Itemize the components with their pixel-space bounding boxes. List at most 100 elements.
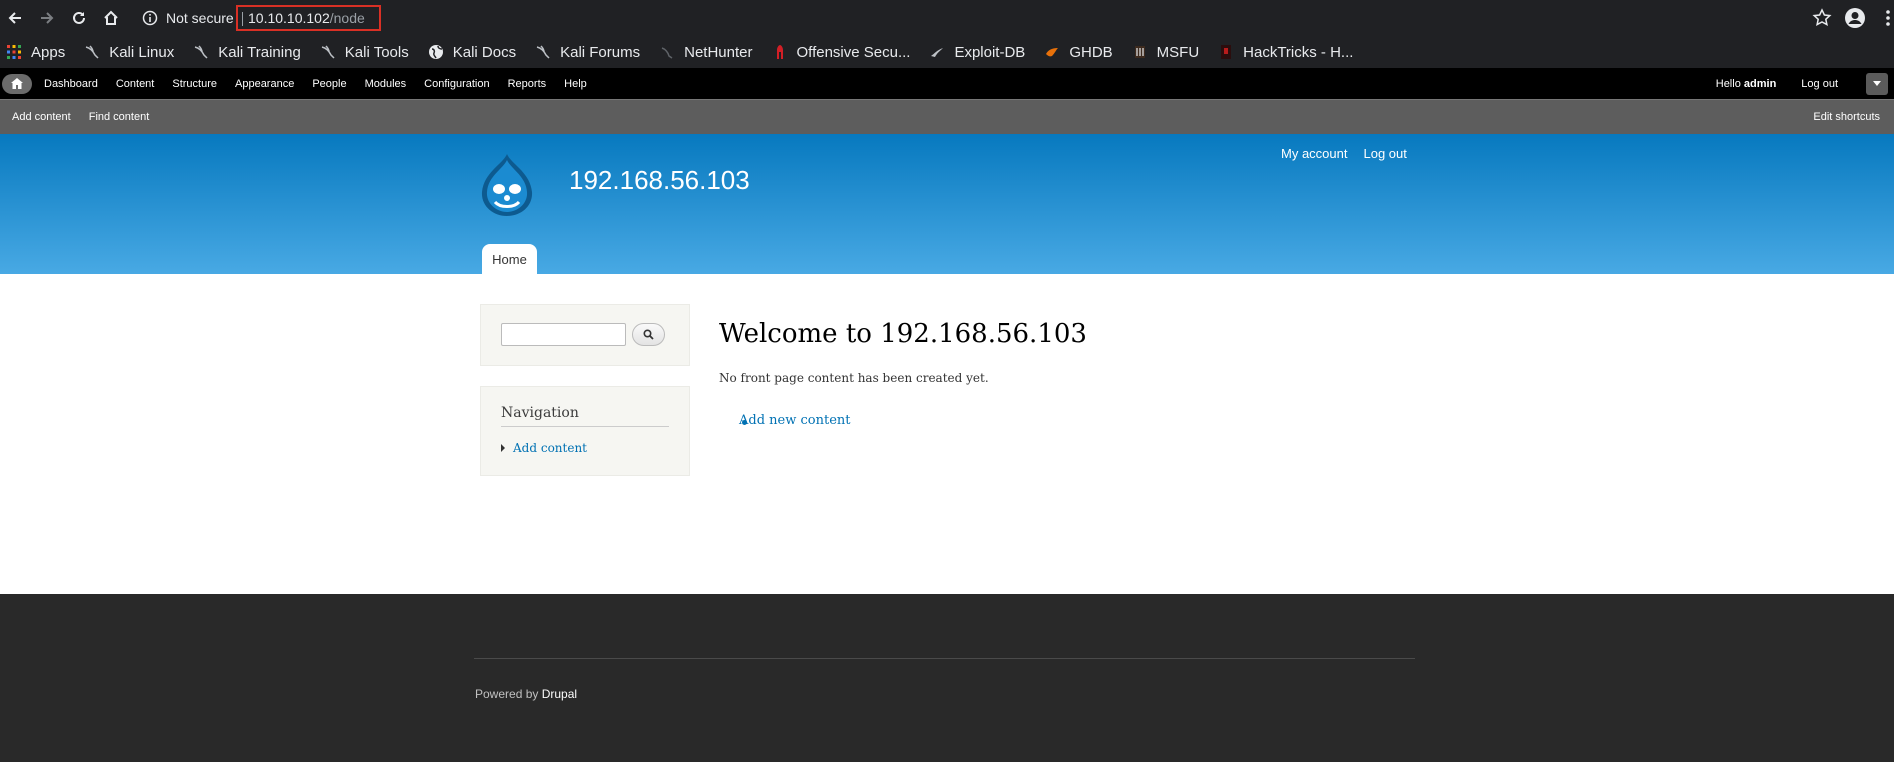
bookmark-label: Offensive Secu...: [796, 43, 911, 61]
bookmark-offensive-security[interactable]: Offensive Secu...: [772, 43, 911, 61]
kali-dragon-icon: [195, 45, 208, 59]
shortcuts-toggle-button[interactable]: [1866, 72, 1888, 95]
bookmark-label: Apps: [31, 43, 66, 61]
toolbar-configuration[interactable]: Configuration: [424, 78, 489, 90]
add-new-content-link[interactable]: Add new content: [739, 413, 850, 428]
toolbar-user-area: Hello admin Log out: [1716, 68, 1894, 99]
browser-toolbar: Not secure 10.10.10.102/node: [0, 0, 1894, 36]
address-bar[interactable]: Not secure 10.10.10.102/node: [132, 4, 1828, 32]
bookmark-ghdb[interactable]: GHDB: [1044, 43, 1113, 61]
ghdb-icon: [1046, 48, 1059, 57]
bookmark-label: Kali Linux: [109, 43, 175, 61]
bookmark-star-icon[interactable]: [1812, 8, 1832, 28]
bookmark-msfu[interactable]: MSFU: [1132, 43, 1200, 61]
toolbar-reports[interactable]: Reports: [508, 78, 547, 90]
shortcut-add-content[interactable]: Add content: [12, 111, 71, 123]
bookmark-label: Kali Docs: [452, 43, 517, 61]
bookmark-kali-forums[interactable]: Kali Forums: [535, 44, 640, 61]
url-separator: [242, 12, 243, 26]
reload-button[interactable]: [64, 3, 94, 33]
shortcut-find-content[interactable]: Find content: [89, 111, 150, 123]
my-account-link[interactable]: My account: [1281, 146, 1347, 161]
navigation-title: Navigation: [501, 405, 669, 427]
footer-divider: [474, 658, 1415, 659]
edit-shortcuts-link[interactable]: Edit shortcuts: [1813, 111, 1880, 123]
toolbar-appearance[interactable]: Appearance: [235, 78, 294, 90]
toolbar-content[interactable]: Content: [116, 78, 155, 90]
msfu-icon: [1134, 46, 1145, 58]
kali-dragon-icon: [321, 45, 335, 59]
offsec-icon: [776, 45, 783, 59]
site-name[interactable]: 192.168.56.103: [569, 165, 750, 196]
drupal-link[interactable]: Drupal: [542, 687, 577, 701]
chevron-down-icon: [1873, 81, 1881, 86]
bookmark-label: Kali Training: [218, 43, 301, 61]
url-highlight[interactable]: 10.10.10.102/node: [236, 5, 381, 31]
search-input[interactable]: [501, 323, 626, 346]
kali-dragon-icon: [85, 45, 99, 59]
more-menu-icon[interactable]: [1884, 8, 1892, 28]
site-header: 192.168.56.103 My account Log out Home: [0, 134, 1894, 274]
toolbar-modules[interactable]: Modules: [365, 78, 407, 90]
toolbar-help[interactable]: Help: [564, 78, 587, 90]
logout-link[interactable]: Log out: [1363, 146, 1406, 161]
back-arrow-icon: [8, 12, 21, 24]
bookmark-label: MSFU: [1156, 43, 1200, 61]
bookmark-exploit-db[interactable]: Exploit-DB: [929, 44, 1025, 61]
toolbar-logout[interactable]: Log out: [1801, 78, 1838, 90]
kali-dragon-icon: [536, 45, 550, 59]
globe-icon: [428, 45, 443, 59]
bookmark-nethunter[interactable]: NetHunter: [659, 43, 753, 61]
tab-home[interactable]: Home: [482, 244, 537, 274]
nethunter-icon: [661, 47, 673, 59]
not-secure-label: Not secure: [166, 10, 234, 26]
bookmarks-bar: Apps Kali Linux Kali Training Kali Tools…: [0, 36, 1894, 68]
search-icon: [643, 329, 654, 340]
toolbar-home-button[interactable]: [2, 73, 32, 94]
bookmark-label: HackTricks - H...: [1243, 43, 1354, 61]
home-icon: [11, 78, 23, 89]
toolbar-people[interactable]: People: [312, 78, 346, 90]
hello-user: Hello admin: [1716, 78, 1777, 90]
bookmark-label: NetHunter: [684, 43, 753, 61]
apps-grid-icon: [7, 45, 21, 59]
main-content: Navigation Add content Welcome to 192.16…: [0, 274, 1894, 594]
nav-item-label[interactable]: Add content: [513, 441, 587, 455]
url-path: /node: [329, 10, 365, 26]
page-title: Welcome to 192.168.56.103: [719, 319, 1087, 349]
reload-icon: [73, 11, 85, 24]
toolbar-dashboard[interactable]: Dashboard: [44, 78, 98, 90]
url-host: 10.10.10.102: [248, 10, 330, 26]
forward-arrow-icon: [41, 12, 54, 24]
username[interactable]: admin: [1744, 78, 1776, 90]
info-icon[interactable]: [142, 10, 158, 26]
toolbar-structure[interactable]: Structure: [172, 78, 217, 90]
bookmark-kali-linux[interactable]: Kali Linux: [84, 44, 174, 61]
bookmark-kali-docs[interactable]: Kali Docs: [428, 44, 516, 61]
exploitdb-icon: [931, 48, 944, 57]
profile-icon[interactable]: [1844, 7, 1866, 29]
hacktricks-icon: [1221, 45, 1232, 59]
hello-label: Hello: [1715, 77, 1741, 90]
navigation-block: Navigation Add content: [480, 386, 690, 476]
home-button[interactable]: [96, 3, 126, 33]
bookmark-apps[interactable]: Apps: [6, 44, 65, 61]
bookmark-label: GHDB: [1069, 43, 1113, 61]
back-button[interactable]: [0, 3, 30, 33]
powered-by: Powered by Drupal: [475, 687, 577, 701]
forward-button[interactable]: [32, 3, 62, 33]
bookmark-hacktricks[interactable]: HackTricks - H...: [1218, 44, 1353, 61]
search-block: [480, 304, 690, 366]
shortcuts-bar: Add content Find content Edit shortcuts: [0, 99, 1894, 134]
bookmark-kali-training[interactable]: Kali Training: [193, 44, 301, 61]
bookmark-kali-tools[interactable]: Kali Tools: [320, 44, 409, 61]
home-icon: [104, 10, 118, 25]
no-content-message: No front page content has been created y…: [719, 371, 989, 385]
collapsed-arrow-icon: [501, 444, 505, 452]
drupal-logo-icon[interactable]: [478, 152, 536, 218]
nav-item-add-content[interactable]: Add content: [501, 441, 587, 455]
bookmark-label: Kali Forums: [560, 43, 641, 61]
secondary-menu: My account Log out: [1281, 146, 1407, 161]
search-button[interactable]: [632, 323, 665, 346]
bookmark-label: Kali Tools: [344, 43, 409, 61]
